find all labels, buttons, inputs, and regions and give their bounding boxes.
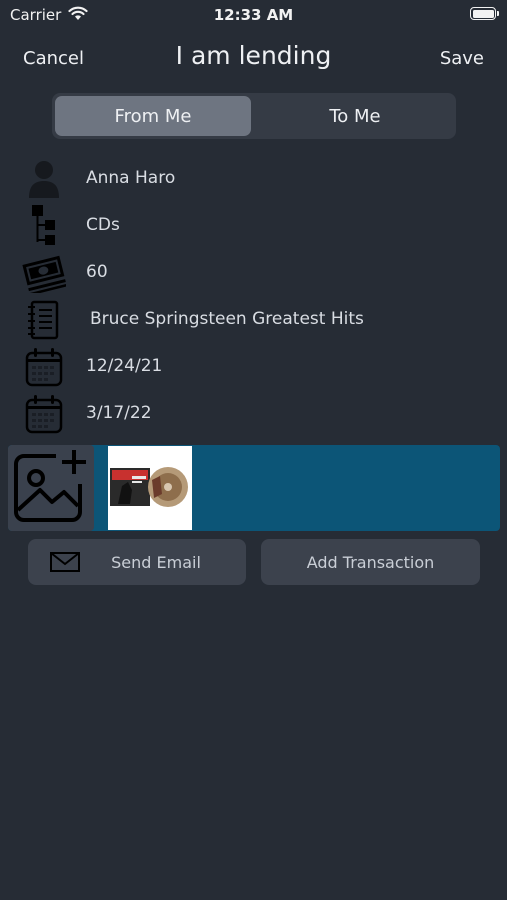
add-transaction-button[interactable]: Add Transaction [261,539,480,585]
calendar-icon [22,392,66,436]
navigation-bar: Cancel I am lending Save [0,38,507,82]
item-value: Bruce Springsteen Greatest Hits [90,309,364,329]
clock: 12:33 AM [213,6,294,24]
amount-value: 60 [86,262,108,282]
item-row[interactable]: Bruce Springsteen Greatest Hits [0,298,507,342]
photo-strip[interactable] [8,445,500,531]
category-row[interactable]: CDs [0,204,507,248]
direction-segmented-control: From Me To Me [52,93,456,139]
start-date-value: 12/24/21 [86,356,163,376]
battery-icon [470,7,499,20]
notebook-icon [22,298,66,342]
due-date-row[interactable]: 3/17/22 [0,392,507,436]
segment-from-me[interactable]: From Me [55,96,251,136]
add-photo-button[interactable] [8,445,94,531]
album-cover-image[interactable] [108,446,192,530]
page-title: I am lending [175,41,332,70]
send-email-label: Send Email [111,552,201,572]
person-value: Anna Haro [86,168,176,188]
send-email-button[interactable]: Send Email [28,539,246,585]
add-photo-icon [12,448,90,528]
category-value: CDs [86,215,120,235]
person-row[interactable]: Anna Haro [0,157,507,201]
amount-row[interactable]: 60 [0,251,507,295]
start-date-row[interactable]: 12/24/21 [0,345,507,389]
envelope-icon [50,552,80,576]
status-bar: Carrier 12:33 AM [0,0,507,30]
segment-to-me[interactable]: To Me [257,96,453,136]
calendar-icon [22,345,66,389]
due-date-value: 3/17/22 [86,403,152,423]
hierarchy-icon [22,204,66,248]
money-icon [22,251,66,295]
save-button[interactable]: Save [440,48,484,69]
person-icon [22,157,66,201]
